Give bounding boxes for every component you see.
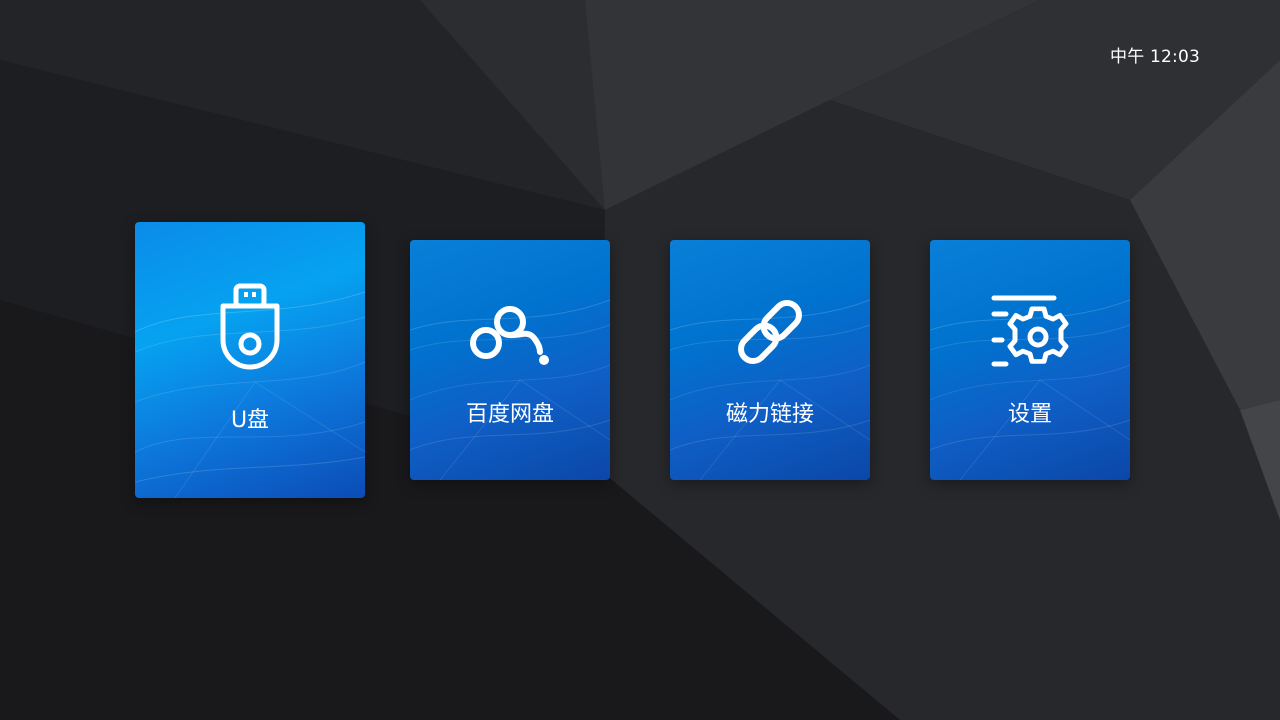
settings-gear-icon <box>991 295 1069 367</box>
link-icon <box>738 300 802 364</box>
usb-drive-icon <box>220 283 280 370</box>
tile-label: U盘 <box>230 408 270 433</box>
tile-baidu-netdisk[interactable]: 百度网盘 <box>410 240 610 480</box>
tile-magnet-link[interactable]: 磁力链接 <box>670 240 870 480</box>
status-clock: 中午 12:03 <box>1110 47 1200 67</box>
tile-label: 磁力链接 <box>725 402 814 427</box>
tile-label: 百度网盘 <box>465 402 554 427</box>
tile-usb-drive[interactable]: U盘 <box>135 222 365 498</box>
tile-label: 设置 <box>1007 402 1052 427</box>
baidu-cloud-icon <box>470 306 549 365</box>
tile-settings[interactable]: 设置 <box>930 240 1130 480</box>
